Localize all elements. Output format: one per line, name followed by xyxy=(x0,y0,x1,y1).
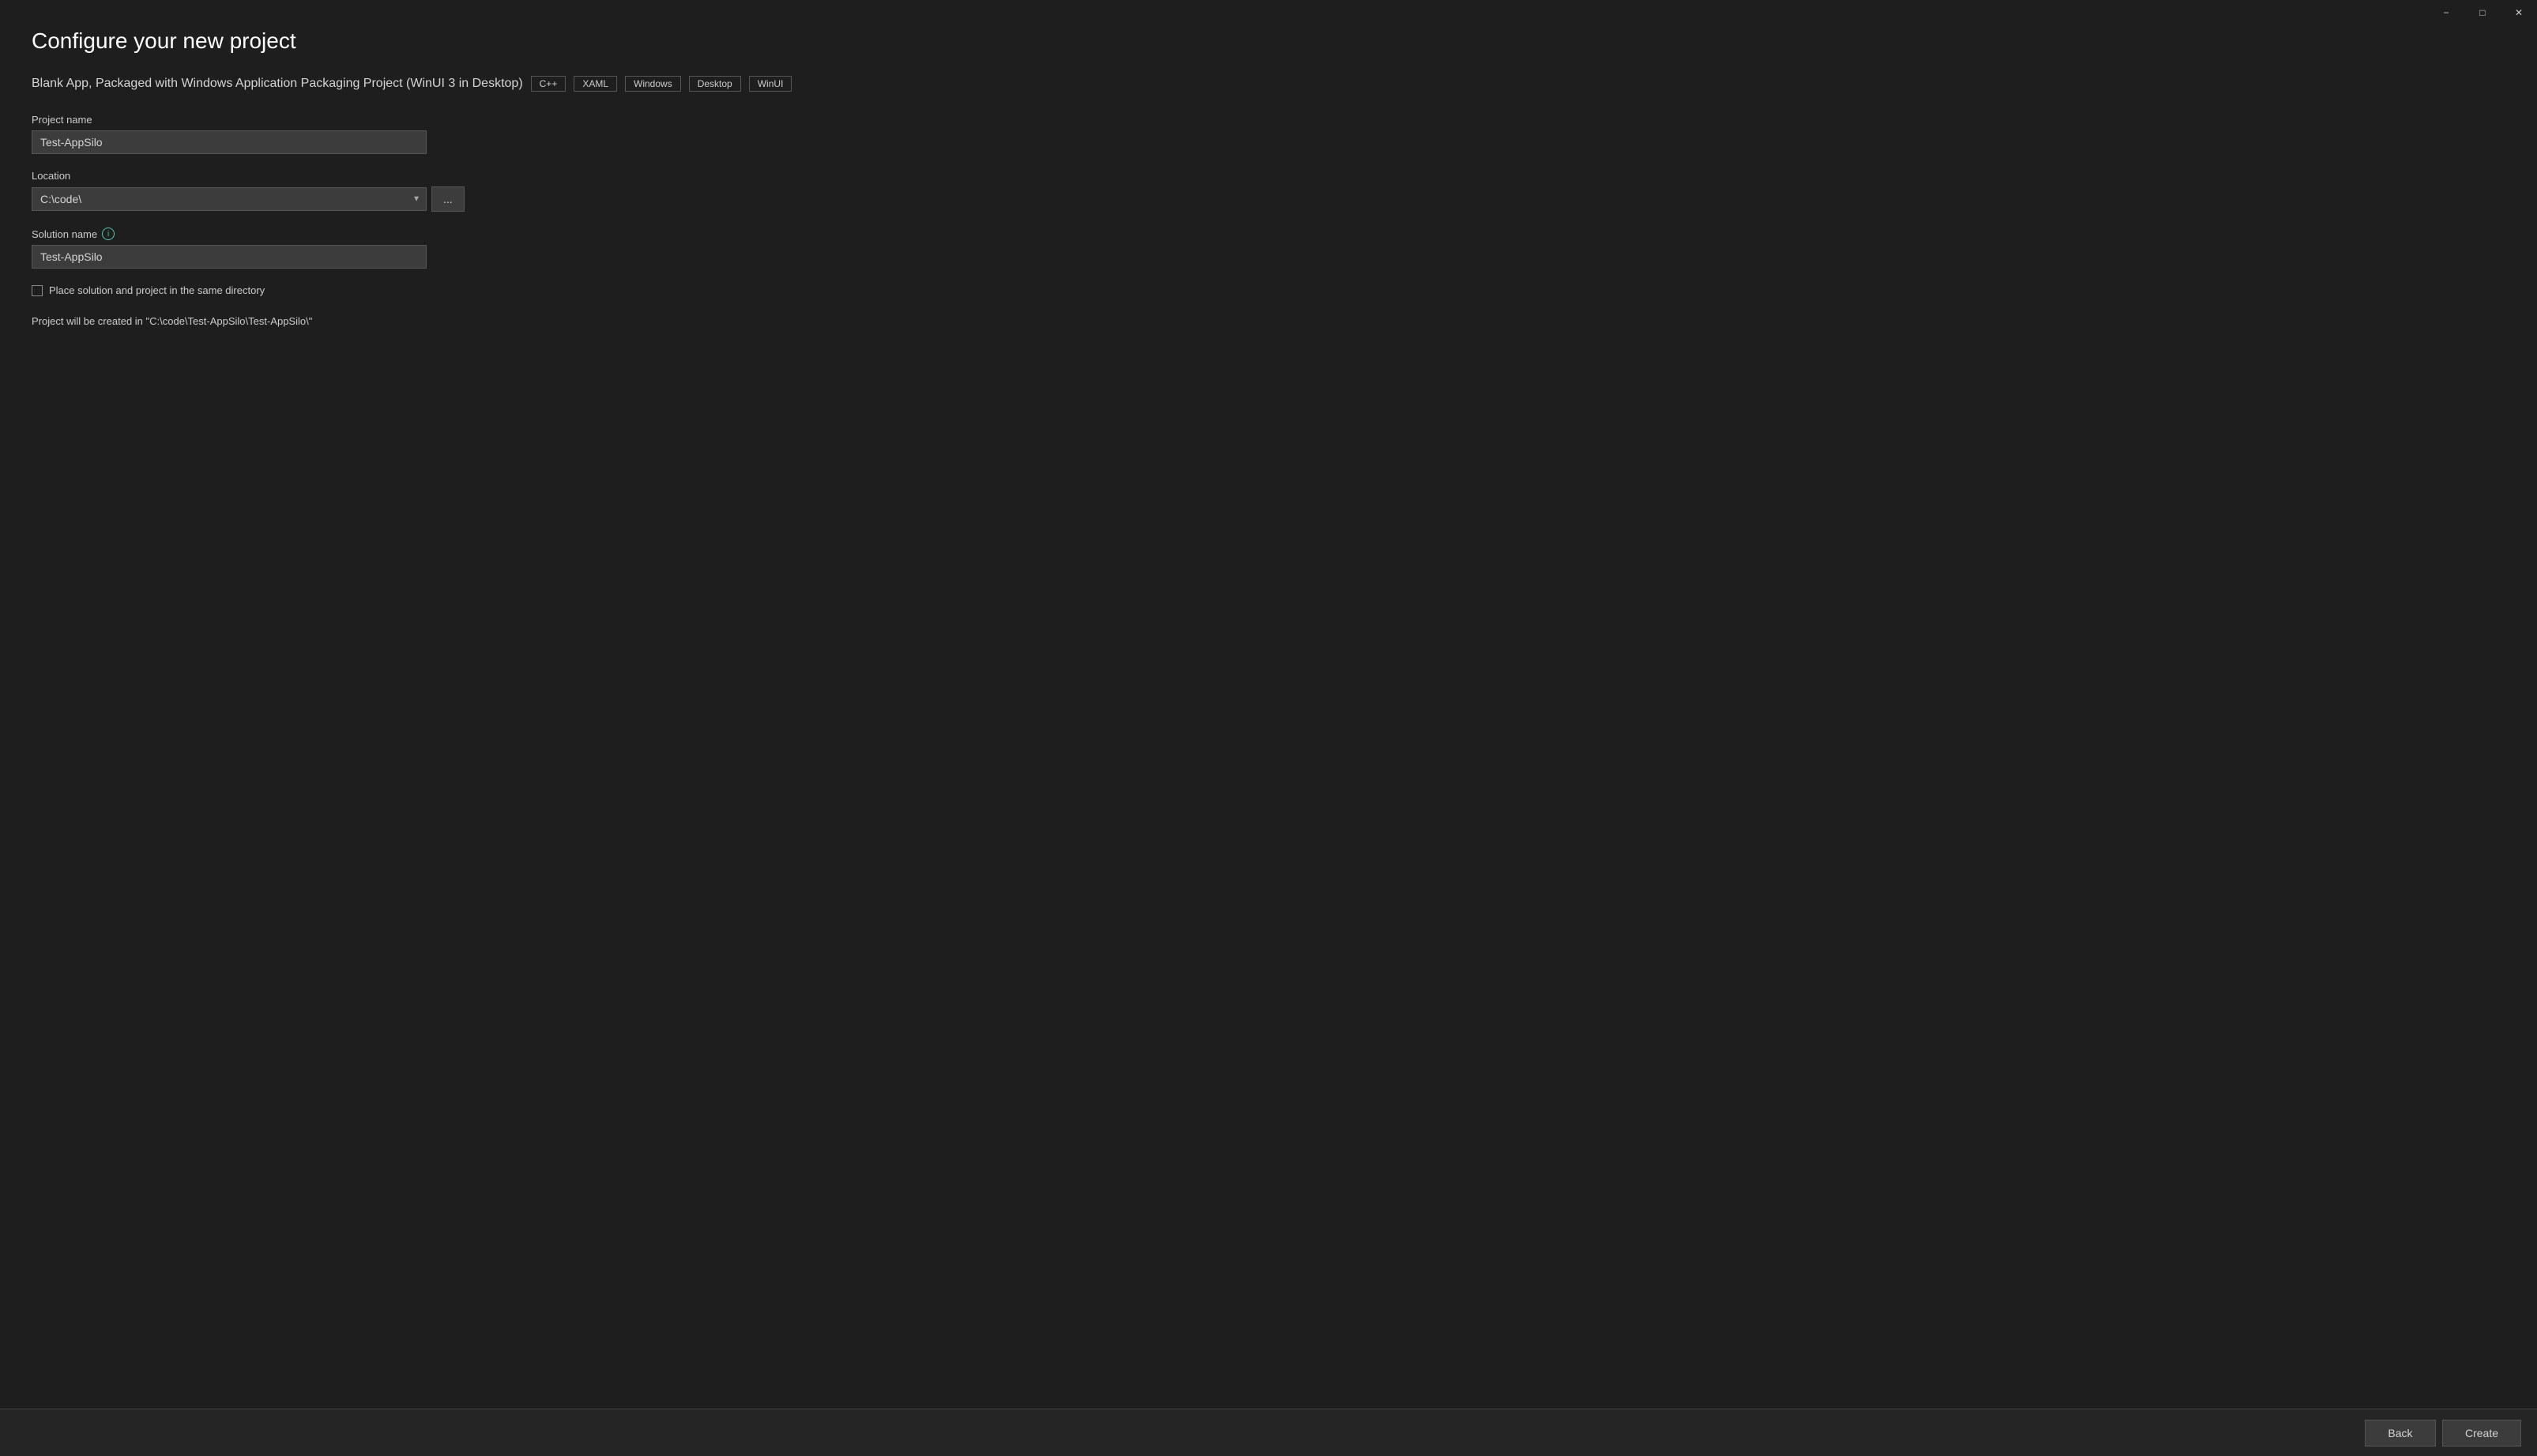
same-directory-row: Place solution and project in the same d… xyxy=(32,284,2505,296)
tag-windows: Windows xyxy=(625,76,681,92)
location-label: Location xyxy=(32,170,2505,182)
location-row: C:\code\ ▼ ... xyxy=(32,186,2505,212)
tag-desktop: Desktop xyxy=(689,76,741,92)
title-bar: − □ ✕ xyxy=(2428,0,2537,25)
bottom-bar: Back Create xyxy=(0,1409,2537,1456)
project-type-name: Blank App, Packaged with Windows Applica… xyxy=(32,77,523,91)
same-directory-label[interactable]: Place solution and project in the same d… xyxy=(49,284,265,296)
main-content: Configure your new project Blank App, Pa… xyxy=(0,0,2537,1409)
location-select[interactable]: C:\code\ xyxy=(32,187,427,211)
same-directory-checkbox[interactable] xyxy=(32,285,43,296)
maximize-button[interactable]: □ xyxy=(2464,0,2501,25)
minimize-button[interactable]: − xyxy=(2428,0,2464,25)
location-select-wrapper: C:\code\ ▼ xyxy=(32,187,427,211)
solution-name-group: Solution name i xyxy=(32,228,2505,269)
solution-name-label: Solution name i xyxy=(32,228,2505,240)
close-button[interactable]: ✕ xyxy=(2501,0,2537,25)
solution-name-input[interactable] xyxy=(32,245,427,269)
create-button[interactable]: Create xyxy=(2442,1420,2521,1447)
project-name-group: Project name xyxy=(32,114,2505,154)
info-icon: i xyxy=(102,228,115,240)
project-name-input[interactable] xyxy=(32,130,427,154)
tag-winui: WinUI xyxy=(749,76,792,92)
tag-xaml: XAML xyxy=(574,76,617,92)
location-group: Location C:\code\ ▼ ... xyxy=(32,170,2505,212)
project-type-row: Blank App, Packaged with Windows Applica… xyxy=(32,76,2505,92)
project-name-label: Project name xyxy=(32,114,2505,126)
back-button[interactable]: Back xyxy=(2365,1420,2436,1447)
browse-button[interactable]: ... xyxy=(431,186,465,212)
page-title: Configure your new project xyxy=(32,28,2505,54)
project-path-text: Project will be created in "C:\code\Test… xyxy=(32,315,2505,327)
tag-cpp: C++ xyxy=(531,76,566,92)
